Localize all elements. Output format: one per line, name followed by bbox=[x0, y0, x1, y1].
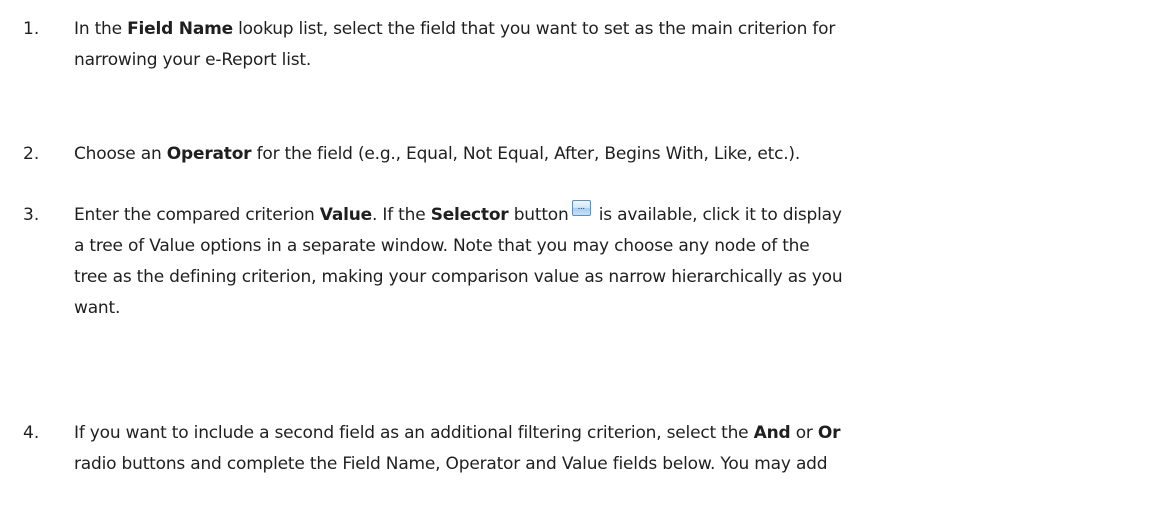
step-number: 1. bbox=[23, 19, 40, 39]
text-run: or bbox=[790, 423, 818, 443]
step-number: 2. bbox=[23, 144, 40, 164]
text-run: . If the bbox=[371, 205, 431, 225]
text-run: button bbox=[508, 205, 569, 225]
text-run: Enter the compared criterion bbox=[74, 205, 320, 225]
step-line: In the Field Name lookup list, select th… bbox=[74, 14, 835, 45]
bold-term: And bbox=[753, 423, 791, 443]
text-run: for the field (e.g., Equal, Not Equal, A… bbox=[251, 144, 801, 164]
step-line: radio buttons and complete the Field Nam… bbox=[74, 449, 828, 480]
step-line: If you want to include a second field as… bbox=[74, 418, 841, 449]
bold-term: Selector bbox=[430, 205, 509, 225]
step-line: Enter the compared criterion Value. If t… bbox=[74, 200, 842, 231]
text-run: In the bbox=[74, 19, 128, 39]
step-line: tree as the defining criterion, making y… bbox=[74, 262, 843, 293]
step-line: a tree of Value options in a separate wi… bbox=[74, 231, 810, 262]
step-line: want. bbox=[74, 293, 120, 324]
text-run: Choose an bbox=[74, 144, 167, 164]
step-number: 3. bbox=[23, 205, 40, 225]
bold-term: Operator bbox=[166, 144, 252, 164]
ellipsis-icon: ... bbox=[577, 202, 586, 212]
bold-term: Value bbox=[319, 205, 372, 225]
bold-term: Field Name bbox=[127, 19, 233, 39]
step-number: 4. bbox=[23, 423, 40, 443]
text-run: If you want to include a second field as… bbox=[74, 423, 754, 443]
step-line: Choose an Operator for the field (e.g., … bbox=[74, 139, 800, 170]
bold-term: Or bbox=[817, 423, 841, 443]
step-line: narrowing your e-Report list. bbox=[74, 45, 311, 76]
text-run: want. bbox=[74, 298, 121, 318]
text-run: lookup list, select the field that you w… bbox=[232, 19, 836, 39]
text-run: tree as the defining criterion, making y… bbox=[74, 267, 843, 287]
text-run: is available, click it to display bbox=[593, 205, 842, 225]
text-run: radio buttons and complete the Field Nam… bbox=[74, 454, 828, 474]
text-run: narrowing your e-Report list. bbox=[74, 50, 312, 70]
text-run: a tree of Value options in a separate wi… bbox=[74, 236, 810, 256]
selector-button-icon: ... bbox=[571, 200, 591, 216]
